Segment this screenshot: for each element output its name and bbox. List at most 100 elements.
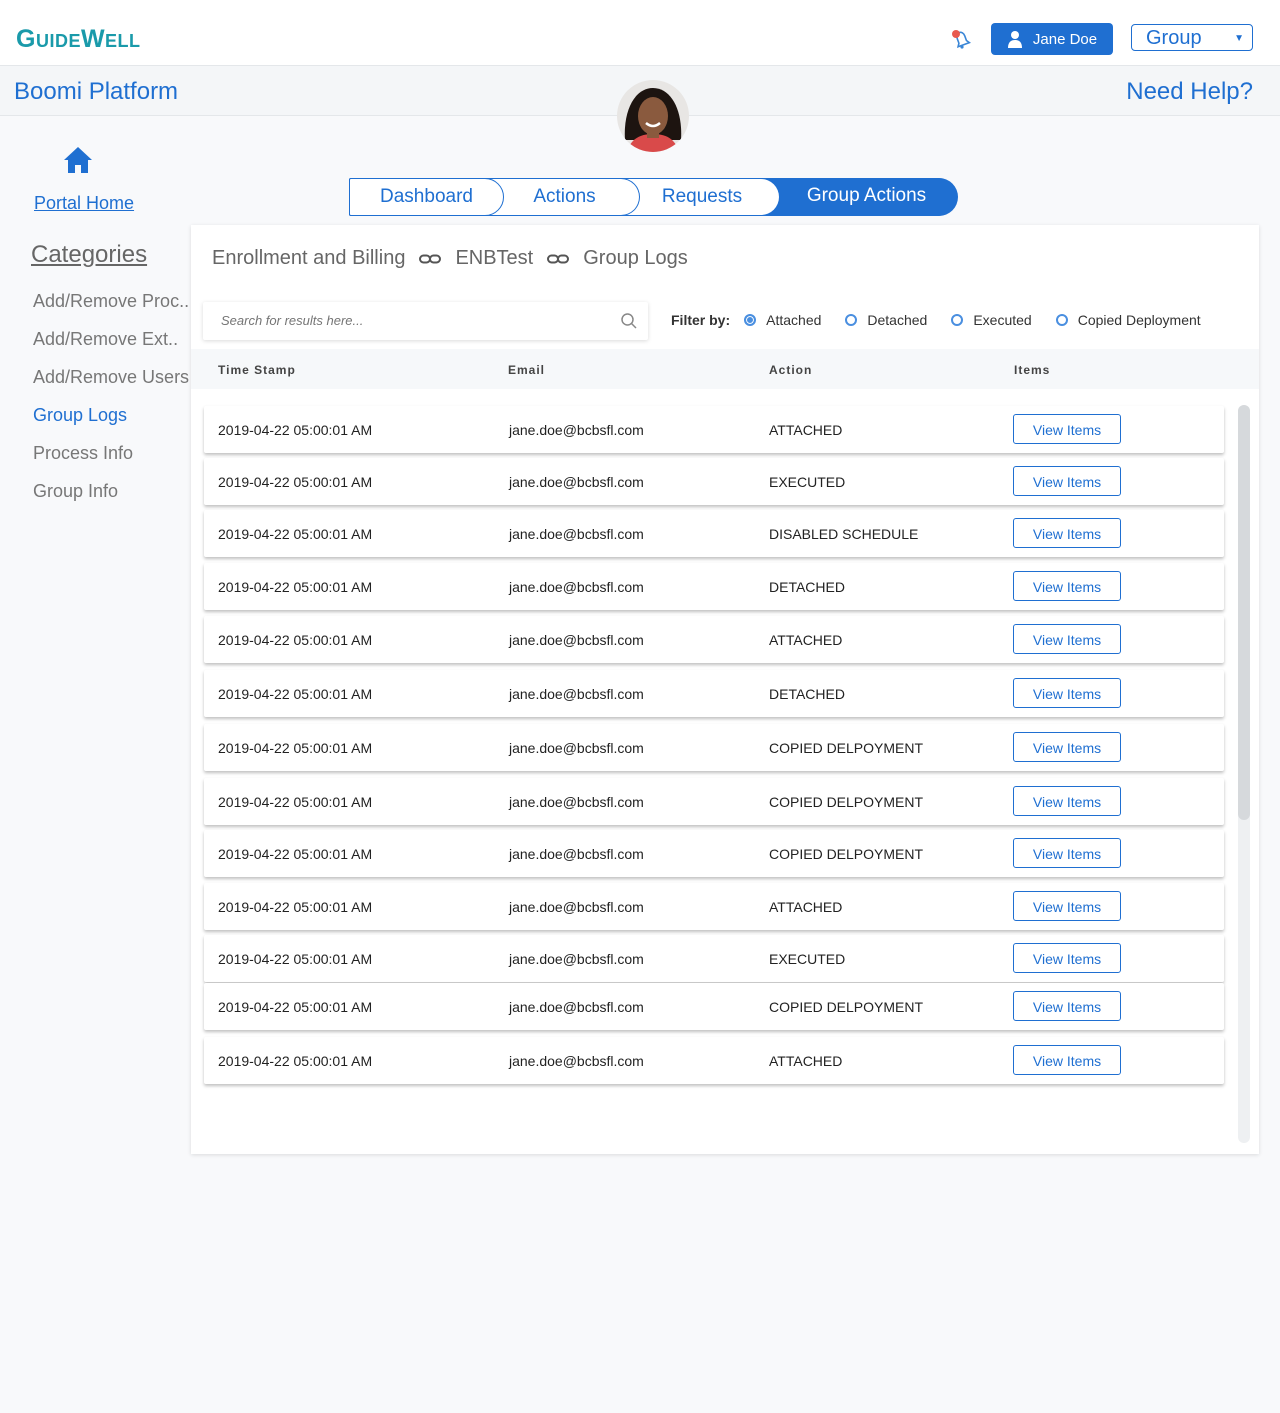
group-select-value: Group: [1146, 27, 1202, 49]
table-row: 2019-04-22 05:00:01 AM jane.doe@bcbsfl.c…: [204, 778, 1224, 825]
user-menu-button[interactable]: Jane Doe: [991, 23, 1113, 55]
filter-executed-radio[interactable]: Executed: [951, 312, 1032, 328]
user-icon: [1007, 31, 1022, 48]
bell-icon[interactable]: [950, 28, 974, 52]
column-header-email[interactable]: Email: [508, 363, 545, 377]
view-items-button[interactable]: View Items: [1013, 732, 1121, 762]
sidebar-item-process-info[interactable]: Process Info: [33, 443, 189, 464]
email-cell: jane.doe@bcbsfl.com: [509, 794, 644, 810]
search-input[interactable]: [219, 312, 603, 329]
timestamp-cell: 2019-04-22 05:00:01 AM: [218, 846, 373, 862]
tab-actions[interactable]: Actions: [490, 178, 640, 216]
link-icon: [547, 254, 570, 263]
sidebar-item-add-remove-processes[interactable]: Add/Remove Proc..: [33, 291, 189, 312]
timestamp-cell: 2019-04-22 05:00:01 AM: [218, 579, 373, 595]
action-cell: COPIED DELPOYMENT: [769, 794, 924, 810]
table-row: 2019-04-22 05:00:01 AM jane.doe@bcbsfl.c…: [204, 1037, 1224, 1084]
action-cell: EXECUTED: [769, 474, 846, 490]
tab-group-actions[interactable]: Group Actions: [765, 178, 958, 216]
email-cell: jane.doe@bcbsfl.com: [509, 526, 644, 542]
action-cell: ATTACHED: [769, 422, 843, 438]
action-cell: DISABLED SCHEDULE: [769, 526, 919, 542]
email-cell: jane.doe@bcbsfl.com: [509, 740, 644, 756]
group-logs-panel: Enrollment and Billing ENBTest Group Log…: [191, 225, 1259, 1154]
need-help-link[interactable]: Need Help?: [1126, 78, 1253, 106]
view-items-button[interactable]: View Items: [1013, 1045, 1121, 1075]
filter-group: Filter by: Attached Detached Executed Co…: [671, 312, 1225, 328]
table-header: Time Stamp Email Action Items: [191, 349, 1259, 389]
table-row: 2019-04-22 05:00:01 AM jane.doe@bcbsfl.c…: [204, 616, 1224, 663]
view-items-button[interactable]: View Items: [1013, 991, 1121, 1021]
avatar[interactable]: [617, 80, 689, 152]
timestamp-cell: 2019-04-22 05:00:01 AM: [218, 794, 373, 810]
sidebar-item-add-remove-extensions[interactable]: Add/Remove Ext..: [33, 329, 189, 350]
email-cell: jane.doe@bcbsfl.com: [509, 474, 644, 490]
timestamp-cell: 2019-04-22 05:00:01 AM: [218, 686, 373, 702]
timestamp-cell: 2019-04-22 05:00:01 AM: [218, 999, 373, 1015]
sidebar-item-group-info[interactable]: Group Info: [33, 481, 189, 502]
group-select[interactable]: Group ▼: [1131, 24, 1253, 51]
timestamp-cell: 2019-04-22 05:00:01 AM: [218, 474, 373, 490]
table-row: 2019-04-22 05:00:01 AM jane.doe@bcbsfl.c…: [204, 406, 1224, 453]
view-items-button[interactable]: View Items: [1013, 678, 1121, 708]
chevron-down-icon: ▼: [1234, 33, 1244, 44]
filter-option-label: Copied Deployment: [1077, 312, 1201, 328]
scrollbar-thumb[interactable]: [1238, 405, 1250, 820]
column-header-action[interactable]: Action: [769, 363, 812, 377]
view-items-button[interactable]: View Items: [1013, 624, 1121, 654]
filter-detached-radio[interactable]: Detached: [845, 312, 927, 328]
tab-dashboard[interactable]: Dashboard: [349, 178, 504, 216]
radio-icon: [1055, 314, 1068, 326]
email-cell: jane.doe@bcbsfl.com: [509, 951, 644, 967]
breadcrumb-item[interactable]: Enrollment and Billing: [212, 247, 405, 270]
action-cell: DETACHED: [769, 686, 845, 702]
search-box: [203, 302, 648, 340]
table-row: 2019-04-22 05:00:01 AM jane.doe@bcbsfl.c…: [204, 830, 1224, 877]
timestamp-cell: 2019-04-22 05:00:01 AM: [218, 740, 373, 756]
view-items-button[interactable]: View Items: [1013, 786, 1121, 816]
action-cell: ATTACHED: [769, 632, 843, 648]
sidebar-item-add-remove-users[interactable]: Add/Remove Users: [33, 367, 189, 388]
timestamp-cell: 2019-04-22 05:00:01 AM: [218, 1053, 373, 1069]
email-cell: jane.doe@bcbsfl.com: [509, 899, 644, 915]
column-header-items: Items: [1014, 363, 1051, 377]
filter-copied-deployment-radio[interactable]: Copied Deployment: [1055, 312, 1201, 328]
filter-attached-radio[interactable]: Attached: [744, 312, 821, 328]
view-items-button[interactable]: View Items: [1013, 466, 1121, 496]
sidebar-item-group-logs[interactable]: Group Logs: [33, 405, 189, 426]
breadcrumb-item: Group Logs: [583, 247, 688, 269]
guidewell-logo[interactable]: GuideWell: [16, 24, 141, 54]
email-cell: jane.doe@bcbsfl.com: [509, 686, 644, 702]
search-icon[interactable]: [620, 312, 638, 330]
categories-heading: Categories: [31, 241, 148, 268]
email-cell: jane.doe@bcbsfl.com: [509, 846, 644, 862]
home-icon[interactable]: [63, 145, 93, 175]
tab-requests[interactable]: Requests: [625, 178, 780, 216]
action-cell: ATTACHED: [769, 1053, 843, 1069]
table-row: 2019-04-22 05:00:01 AM jane.doe@bcbsfl.c…: [204, 670, 1224, 717]
email-cell: jane.doe@bcbsfl.com: [509, 579, 644, 595]
filter-option-label: Attached: [766, 312, 822, 328]
view-items-button[interactable]: View Items: [1013, 891, 1121, 921]
view-items-button[interactable]: View Items: [1013, 571, 1121, 601]
portal-home-link[interactable]: Portal Home: [34, 193, 134, 214]
email-cell: jane.doe@bcbsfl.com: [509, 1053, 644, 1069]
platform-title: Boomi Platform: [14, 78, 179, 105]
view-items-button[interactable]: View Items: [1013, 518, 1121, 548]
table-row: 2019-04-22 05:00:01 AM jane.doe@bcbsfl.c…: [204, 724, 1224, 771]
table-row: 2019-04-22 05:00:01 AM jane.doe@bcbsfl.c…: [204, 935, 1224, 982]
table-row: 2019-04-22 05:00:01 AM jane.doe@bcbsfl.c…: [204, 563, 1224, 610]
action-cell: COPIED DELPOYMENT: [769, 740, 924, 756]
action-cell: COPIED DELPOYMENT: [769, 846, 924, 862]
action-cell: DETACHED: [769, 579, 845, 595]
breadcrumb: Enrollment and Billing ENBTest Group Log…: [212, 247, 688, 270]
view-items-button[interactable]: View Items: [1013, 943, 1121, 973]
email-cell: jane.doe@bcbsfl.com: [509, 422, 644, 438]
view-items-button[interactable]: View Items: [1013, 838, 1121, 868]
breadcrumb-item[interactable]: ENBTest: [455, 247, 533, 270]
radio-icon: [951, 314, 964, 326]
column-header-time-stamp[interactable]: Time Stamp: [218, 363, 296, 377]
table-scrollbar[interactable]: [1238, 405, 1250, 1143]
view-items-button[interactable]: View Items: [1013, 414, 1121, 444]
tab-bar: Dashboard Actions Requests Group Actions: [349, 178, 958, 216]
